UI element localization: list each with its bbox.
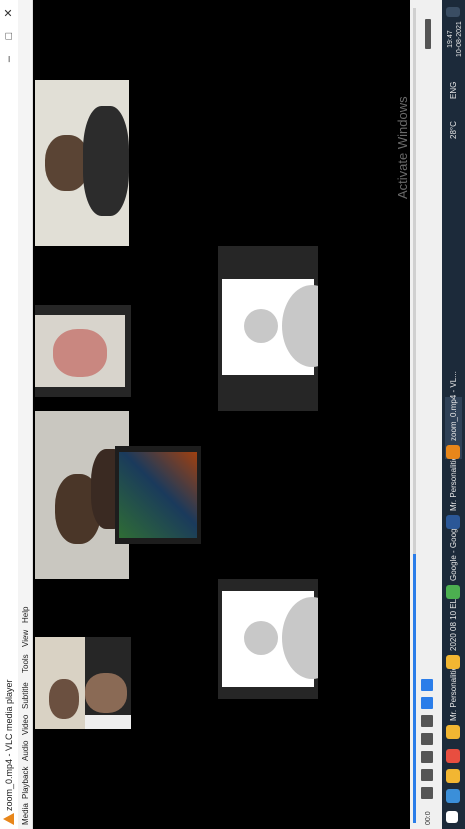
taskbar-item-label: zoom_0.mp4 - VL... bbox=[449, 371, 458, 441]
menu-audio[interactable]: Audio bbox=[21, 741, 30, 761]
clock-time: 19:47 bbox=[447, 30, 454, 48]
weather-temperature[interactable]: 28°C bbox=[449, 121, 458, 139]
windows-taskbar: Mr. Personalities 2020 08 10 ELC... Goog… bbox=[442, 0, 465, 829]
taskbar-item[interactable]: 2020 08 10 ELC... bbox=[445, 587, 462, 669]
previous-button[interactable] bbox=[421, 769, 433, 781]
playlist-button[interactable] bbox=[421, 697, 433, 709]
menu-subtitle[interactable]: Subtitle bbox=[21, 682, 30, 709]
language-indicator[interactable]: ENG bbox=[449, 82, 458, 99]
elapsed-time: 00:0 bbox=[425, 811, 432, 825]
chrome-pinned-icon[interactable] bbox=[446, 749, 460, 763]
folder-icon bbox=[446, 655, 460, 669]
taskbar-item-active[interactable]: zoom_0.mp4 - VL... bbox=[445, 371, 462, 459]
menu-media[interactable]: Media bbox=[21, 803, 30, 825]
vlc-icon bbox=[446, 445, 460, 459]
maximize-button[interactable]: □ bbox=[2, 26, 16, 46]
taskbar-clock[interactable]: 19:47 10-08-2021 bbox=[446, 21, 464, 57]
participant-tile bbox=[35, 637, 131, 729]
taskbar-item-label: Mr. Personalities bbox=[449, 661, 458, 721]
vlc-window: zoom_0.mp4 - VLC media player – □ ✕ Medi… bbox=[0, 0, 465, 829]
clock-date: 10-08-2021 bbox=[456, 21, 463, 57]
playback-controls: 00:0 bbox=[410, 0, 442, 829]
menu-tools[interactable]: Tools bbox=[21, 654, 30, 673]
activate-windows-watermark: Activate Windows bbox=[395, 96, 410, 199]
shared-screen-tile bbox=[115, 446, 201, 544]
window-title: zoom_0.mp4 - VLC media player bbox=[4, 679, 14, 811]
menu-view[interactable]: View bbox=[21, 630, 30, 647]
notification-icon[interactable] bbox=[446, 7, 460, 17]
menu-video[interactable]: Video bbox=[21, 715, 30, 735]
folder-icon bbox=[446, 725, 460, 739]
video-area[interactable]: Activate Windows bbox=[33, 0, 410, 829]
avatar-tile bbox=[218, 246, 318, 411]
file-explorer-icon[interactable] bbox=[446, 769, 460, 783]
next-button[interactable] bbox=[421, 733, 433, 745]
seek-bar[interactable] bbox=[413, 8, 416, 823]
loop-button[interactable] bbox=[421, 679, 433, 691]
chrome-icon bbox=[446, 585, 460, 599]
edge-icon[interactable] bbox=[446, 789, 460, 803]
seek-bar-fill bbox=[413, 554, 416, 823]
taskbar-item[interactable]: Mr. Personalitie... bbox=[445, 449, 462, 529]
menu-help[interactable]: Help bbox=[21, 607, 30, 623]
menu-bar: Media Playback Audio Video Subtitle Tool… bbox=[18, 0, 33, 829]
taskbar-item[interactable]: Google - Googl... bbox=[445, 520, 462, 599]
close-button[interactable]: ✕ bbox=[2, 3, 16, 23]
taskbar-item[interactable]: Mr. Personalities bbox=[445, 662, 462, 739]
play-pause-button[interactable] bbox=[421, 787, 433, 799]
windows-start-icon[interactable] bbox=[446, 811, 458, 823]
volume-slider[interactable] bbox=[425, 19, 431, 49]
title-bar: zoom_0.mp4 - VLC media player – □ ✕ bbox=[0, 0, 18, 829]
stop-button[interactable] bbox=[421, 751, 433, 763]
menu-playback[interactable]: Playback bbox=[21, 767, 30, 799]
vlc-cone-icon bbox=[3, 813, 14, 825]
minimize-button[interactable]: – bbox=[2, 49, 16, 69]
participant-tile bbox=[35, 305, 131, 397]
fullscreen-button[interactable] bbox=[421, 715, 433, 727]
word-icon bbox=[446, 515, 460, 529]
avatar-tile bbox=[218, 579, 318, 699]
participant-tile bbox=[35, 80, 129, 246]
taskbar-item-label: Google - Googl... bbox=[449, 520, 458, 581]
